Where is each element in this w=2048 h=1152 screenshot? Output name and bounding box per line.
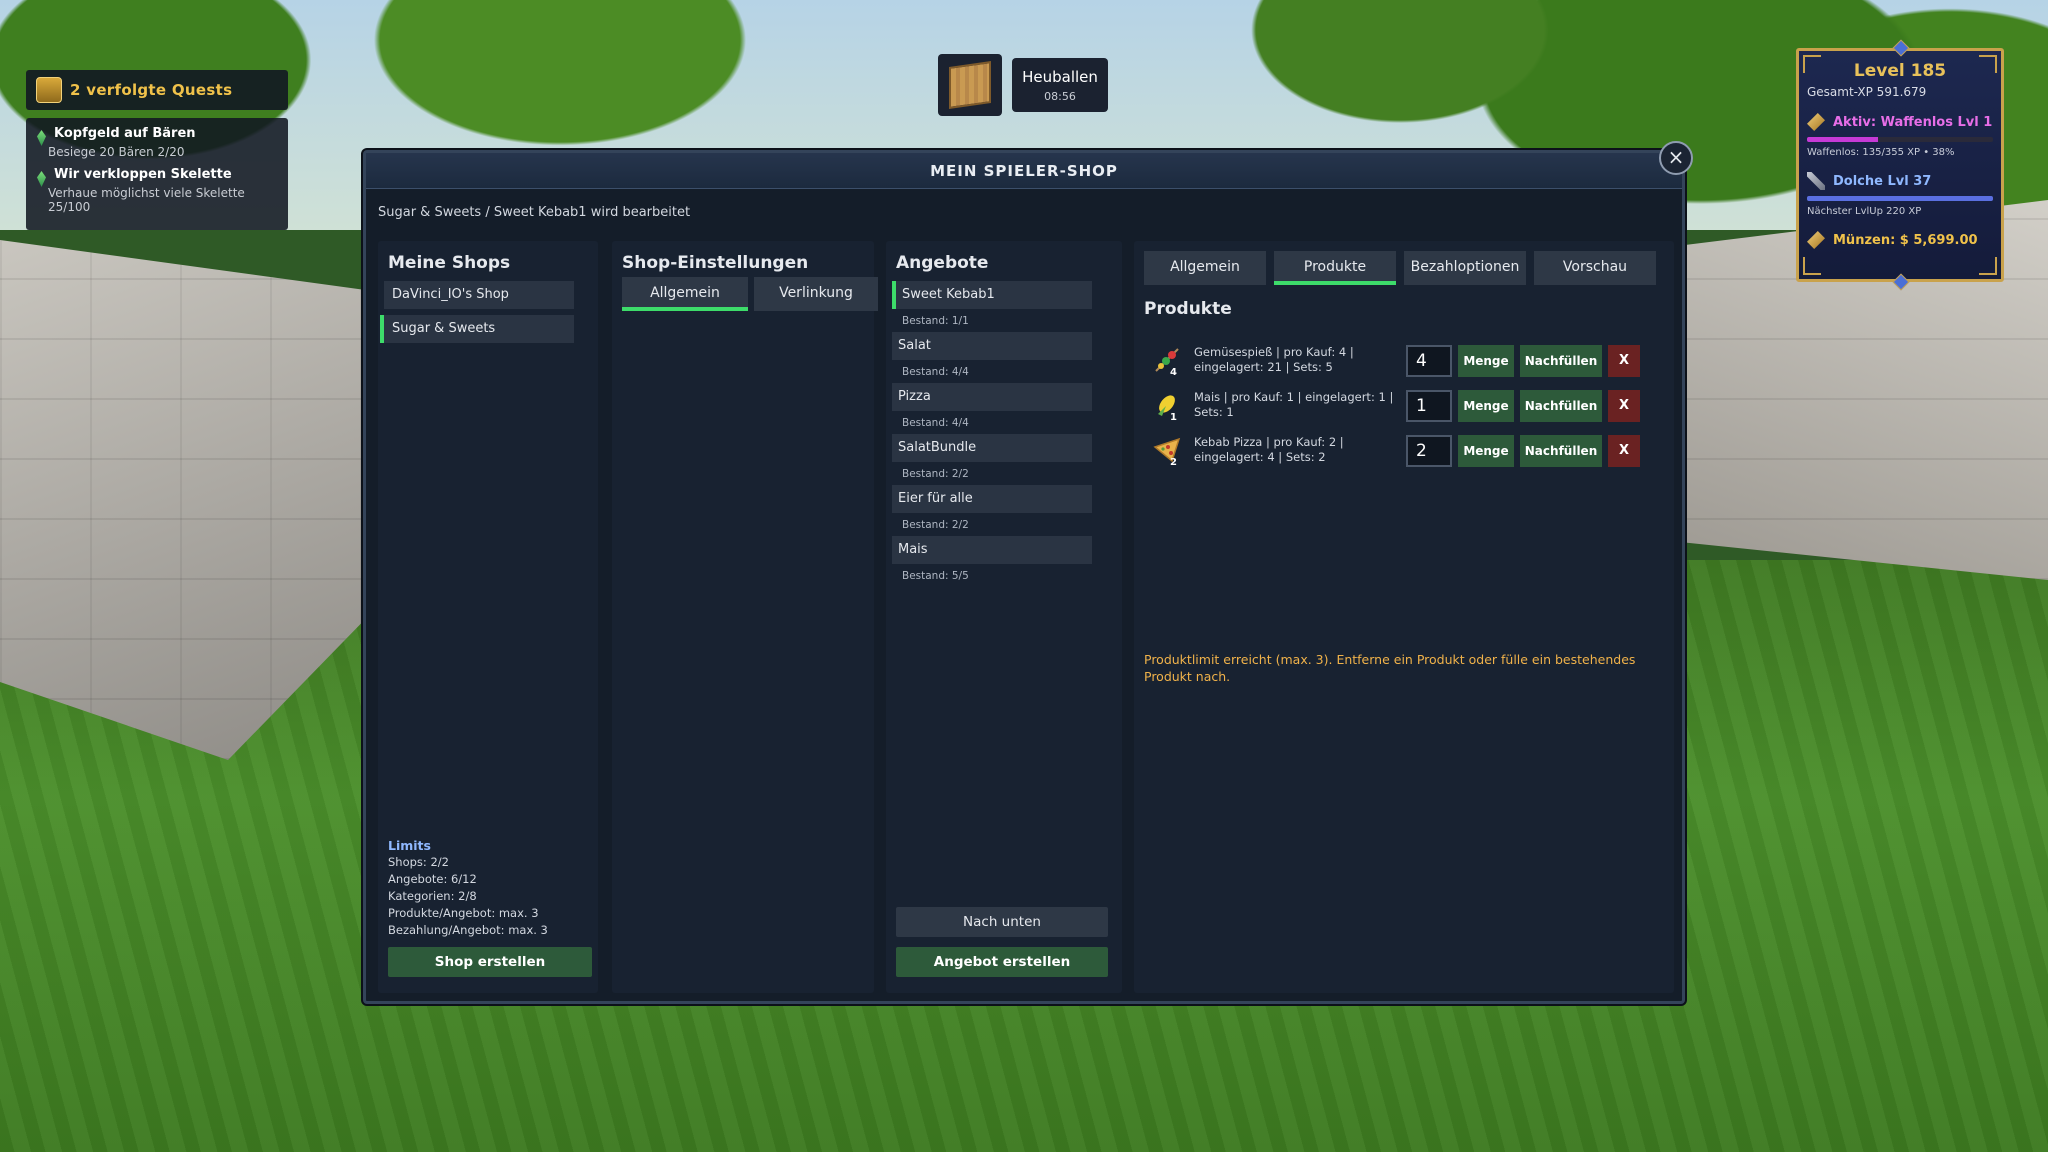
product-description: Kebab Pizza | pro Kauf: 2 | eingelagert:…	[1194, 435, 1344, 464]
limit-offers: Angebote: 6/12	[388, 872, 477, 886]
hay-bale-icon	[938, 54, 1002, 116]
breadcrumb: Sugar & Sweets / Sweet Kebab1 wird bearb…	[378, 205, 691, 220]
refill-button[interactable]: Nachfüllen	[1520, 435, 1602, 467]
shop-settings-heading: Shop-Einstellungen	[622, 253, 809, 273]
tab-payment-options[interactable]: Bezahloptionen	[1404, 251, 1526, 285]
dagger-skill-progress	[1807, 196, 1993, 201]
tab-settings-general[interactable]: Allgemein	[622, 277, 748, 311]
quest-item[interactable]: Kopfgeld auf Bären Besiege 20 Bären 2/20	[34, 126, 280, 159]
product-description: Gemüsespieß | pro Kauf: 4 | eingelagert:…	[1194, 345, 1354, 374]
level-title: Level 185	[1853, 61, 1947, 81]
player-shop-window: MEIN SPIELER-SHOP Sugar & Sweets / Sweet…	[363, 150, 1685, 1004]
quest-tracker-title: 2 verfolgte Quests	[70, 81, 233, 99]
active-skill-progress	[1807, 137, 1993, 142]
create-shop-button[interactable]: Shop erstellen	[388, 947, 592, 977]
offer-item[interactable]: Mais	[892, 536, 1092, 564]
tab-settings-linking[interactable]: Verlinkung	[754, 277, 878, 311]
quest-tracker-header[interactable]: 2 verfolgte Quests	[26, 70, 288, 110]
quest-title: Kopfgeld auf Bären	[54, 126, 196, 141]
limit-categories: Kategorien: 2/8	[388, 889, 477, 903]
refill-button[interactable]: Nachfüllen	[1520, 345, 1602, 377]
offer-editor-panel: Allgemein Produkte Bezahloptionen Vorsch…	[1134, 241, 1674, 993]
quest-description: Verhaue möglichst viele Skelette 25/100	[48, 186, 245, 214]
quest-title: Wir verkloppen Skelette	[54, 167, 232, 182]
product-count: 1	[1170, 412, 1177, 423]
offer-stock: Bestand: 5/5	[902, 570, 969, 582]
coins-balance: Münzen: $ 5,699.00	[1833, 232, 1978, 248]
offer-stock: Bestand: 4/4	[902, 366, 969, 378]
shop-item-selected[interactable]: Sugar & Sweets	[380, 315, 574, 343]
quest-gem-icon	[37, 171, 46, 187]
dagger-skill: Dolche Lvl 37	[1833, 173, 1932, 189]
offers-panel: Angebote Sweet Kebab1 Bestand: 1/1 Salat…	[886, 241, 1122, 993]
product-row: 1 Mais | pro Kauf: 1 | eingelagert: 1 | …	[1144, 390, 1644, 430]
quantity-input[interactable]: 1	[1406, 390, 1452, 422]
quest-chest-icon	[36, 77, 62, 103]
fist-icon	[1807, 113, 1825, 131]
product-limit-warning: Produktlimit erreicht (max. 3). Entferne…	[1144, 652, 1636, 684]
offer-item[interactable]: Pizza	[892, 383, 1092, 411]
tab-products[interactable]: Produkte	[1274, 251, 1396, 285]
product-count: 4	[1170, 367, 1177, 378]
offer-stock: Bestand: 2/2	[902, 468, 969, 480]
limits-heading: Limits	[388, 838, 431, 853]
offer-item-selected[interactable]: Sweet Kebab1	[892, 281, 1092, 309]
offer-stock: Bestand: 2/2	[902, 519, 969, 531]
quest-item[interactable]: Wir verkloppen Skelette Verhaue möglichs…	[34, 167, 280, 214]
quest-list: Kopfgeld auf Bären Besiege 20 Bären 2/20…	[26, 118, 288, 230]
product-row: 2 Kebab Pizza | pro Kauf: 2 | eingelager…	[1144, 435, 1644, 475]
quantity-input[interactable]: 4	[1406, 345, 1452, 377]
limits-block: Limits Shops: 2/2 Angebote: 6/12 Kategor…	[388, 837, 548, 939]
products-heading: Produkte	[1144, 299, 1232, 319]
active-skill-progress-text: Waffenlos: 135/355 XP • 38%	[1807, 147, 1955, 158]
quantity-input[interactable]: 2	[1406, 435, 1452, 467]
remove-product-button[interactable]: X	[1608, 435, 1640, 467]
product-description: Mais | pro Kauf: 1 | eingelagert: 1 | Se…	[1194, 390, 1394, 419]
set-quantity-button[interactable]: Menge	[1458, 435, 1514, 467]
set-quantity-button[interactable]: Menge	[1458, 345, 1514, 377]
notification-title: Heuballen	[1022, 68, 1098, 86]
offer-item[interactable]: Eier für alle	[892, 485, 1092, 513]
set-quantity-button[interactable]: Menge	[1458, 390, 1514, 422]
offer-item[interactable]: SalatBundle	[892, 434, 1092, 462]
move-down-button[interactable]: Nach unten	[896, 907, 1108, 937]
my-shops-panel: Meine Shops DaVinci_IO's Shop Sugar & Sw…	[378, 241, 598, 993]
skewer-icon	[1155, 348, 1179, 372]
my-shops-heading: Meine Shops	[388, 253, 511, 273]
shop-item[interactable]: DaVinci_IO's Shop	[384, 281, 574, 309]
dagger-next-levelup: Nächster LvlUp 220 XP	[1807, 206, 1922, 217]
coins-icon	[1807, 231, 1825, 249]
remove-product-button[interactable]: X	[1608, 345, 1640, 377]
create-offer-button[interactable]: Angebot erstellen	[896, 947, 1108, 977]
offer-stock: Bestand: 4/4	[902, 417, 969, 429]
limit-shops: Shops: 2/2	[388, 855, 449, 869]
tab-general[interactable]: Allgemein	[1144, 251, 1266, 285]
product-row: 4 Gemüsespieß | pro Kauf: 4 | eingelager…	[1144, 345, 1644, 385]
item-notification: Heuballen 08:56	[1012, 58, 1108, 112]
limit-products-per-offer: Produkte/Angebot: max. 3	[388, 906, 539, 920]
total-xp: Gesamt-XP 591.679	[1807, 85, 1927, 99]
tab-preview[interactable]: Vorschau	[1534, 251, 1656, 285]
offer-item[interactable]: Salat	[892, 332, 1092, 360]
offers-heading: Angebote	[896, 253, 989, 273]
limit-payment-per-offer: Bezahlung/Angebot: max. 3	[388, 923, 548, 937]
shop-settings-panel: Shop-Einstellungen Allgemein Verlinkung	[612, 241, 878, 993]
level-panel: Level 185 Gesamt-XP 591.679 Aktiv: Waffe…	[1796, 39, 2004, 291]
daggers-icon	[1807, 172, 1825, 190]
offer-stock: Bestand: 1/1	[902, 315, 969, 327]
remove-product-button[interactable]: X	[1608, 390, 1640, 422]
notification-time: 08:56	[1044, 90, 1076, 103]
pizza-icon	[1153, 437, 1181, 463]
refill-button[interactable]: Nachfüllen	[1520, 390, 1602, 422]
close-window-button[interactable]: ×	[1659, 141, 1693, 175]
quest-gem-icon	[37, 130, 46, 146]
corn-icon	[1158, 395, 1175, 416]
quest-description: Besiege 20 Bären 2/20	[48, 145, 185, 159]
window-title: MEIN SPIELER-SHOP	[366, 153, 1682, 189]
product-count: 2	[1170, 457, 1177, 468]
active-skill: Aktiv: Waffenlos Lvl 1	[1833, 114, 1993, 130]
